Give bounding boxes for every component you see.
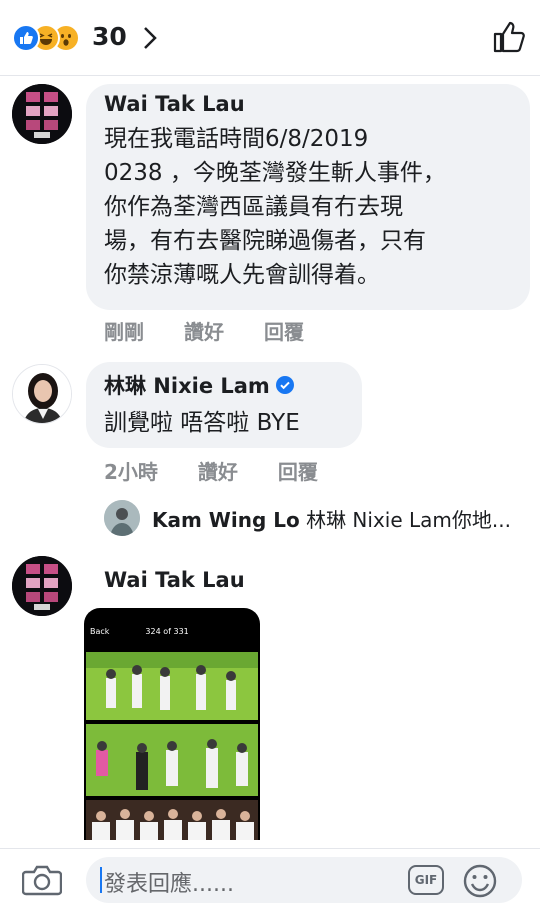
camera-icon[interactable] xyxy=(22,863,62,897)
reaction-icons[interactable] xyxy=(12,24,92,52)
chevron-right-icon[interactable] xyxy=(140,24,160,52)
comment-meta: 剛剛 讚好 回覆 xyxy=(104,316,344,345)
comment-composer: 發表回應...... GIF xyxy=(0,848,540,909)
comments-screen: 30 Wai Tak Lau 現在我電話時間6/8/2019 0238 ，今晚荃… xyxy=(0,0,540,909)
author-name[interactable]: 林琳 Nixie Lam xyxy=(104,370,270,400)
attachment-photo xyxy=(86,652,258,720)
like-link[interactable]: 讚好 xyxy=(198,456,238,485)
comment-author[interactable]: Wai Tak Lau xyxy=(104,568,245,592)
gif-button[interactable]: GIF xyxy=(408,865,444,895)
reaction-count[interactable]: 30 xyxy=(92,22,127,51)
comment-time: 剛剛 xyxy=(104,320,144,344)
comment-bubble[interactable]: 林琳 Nixie Lam 訓覺啦 唔答啦 BYE xyxy=(86,362,362,448)
comment-placeholder[interactable]: 發表回應...... xyxy=(104,866,234,898)
reply-author[interactable]: Kam Wing Lo xyxy=(152,508,300,532)
comment-author[interactable]: Wai Tak Lau xyxy=(104,92,512,116)
avatar[interactable] xyxy=(12,556,72,616)
like-button-icon[interactable] xyxy=(492,20,526,54)
attachment-photo xyxy=(86,800,258,840)
avatar[interactable] xyxy=(12,84,72,144)
avatar[interactable] xyxy=(12,364,72,424)
reply-text[interactable]: Kam Wing Lo 林琳 Nixie Lam你地... xyxy=(152,504,511,533)
text-cursor xyxy=(100,867,102,893)
emoji-icon[interactable] xyxy=(462,863,498,899)
avatar[interactable] xyxy=(104,500,140,536)
attachment-nav-bar: Back 324 of 331 xyxy=(84,620,260,642)
attachment-photo xyxy=(86,724,258,796)
reactions-bar[interactable]: 30 xyxy=(0,0,540,76)
reply-link[interactable]: 回覆 xyxy=(264,316,304,345)
comment-bubble[interactable]: Wai Tak Lau 現在我電話時間6/8/2019 0238 ，今晚荃灣發生… xyxy=(86,84,530,310)
comment-time: 2小時 xyxy=(104,460,158,484)
comment-input[interactable]: 發表回應...... GIF xyxy=(86,857,522,903)
comment-text: 現在我電話時間6/8/2019 0238 ，今晚荃灣發生斬人事件， 你作為荃灣西… xyxy=(104,126,446,288)
like-link[interactable]: 讚好 xyxy=(184,316,224,345)
attached-screenshot[interactable]: Back 324 of 331 xyxy=(84,608,260,840)
verified-badge-icon xyxy=(275,376,294,394)
comment-author[interactable]: 林琳 Nixie Lam xyxy=(104,370,344,400)
like-icon xyxy=(12,24,40,52)
reply-snippet: 林琳 Nixie Lam你地... xyxy=(306,507,511,532)
reply-link[interactable]: 回覆 xyxy=(278,456,318,485)
reply-preview[interactable]: Kam Wing Lo 林琳 Nixie Lam你地... xyxy=(104,500,511,536)
comment-text: 訓覺啦 唔答啦 BYE xyxy=(104,410,300,436)
attachment-counter: 324 of 331 xyxy=(145,626,189,636)
attachment-back-label: Back xyxy=(90,626,110,636)
comment-meta: 2小時 讚好 回覆 xyxy=(104,456,358,485)
attachment-status-bar xyxy=(84,608,260,620)
